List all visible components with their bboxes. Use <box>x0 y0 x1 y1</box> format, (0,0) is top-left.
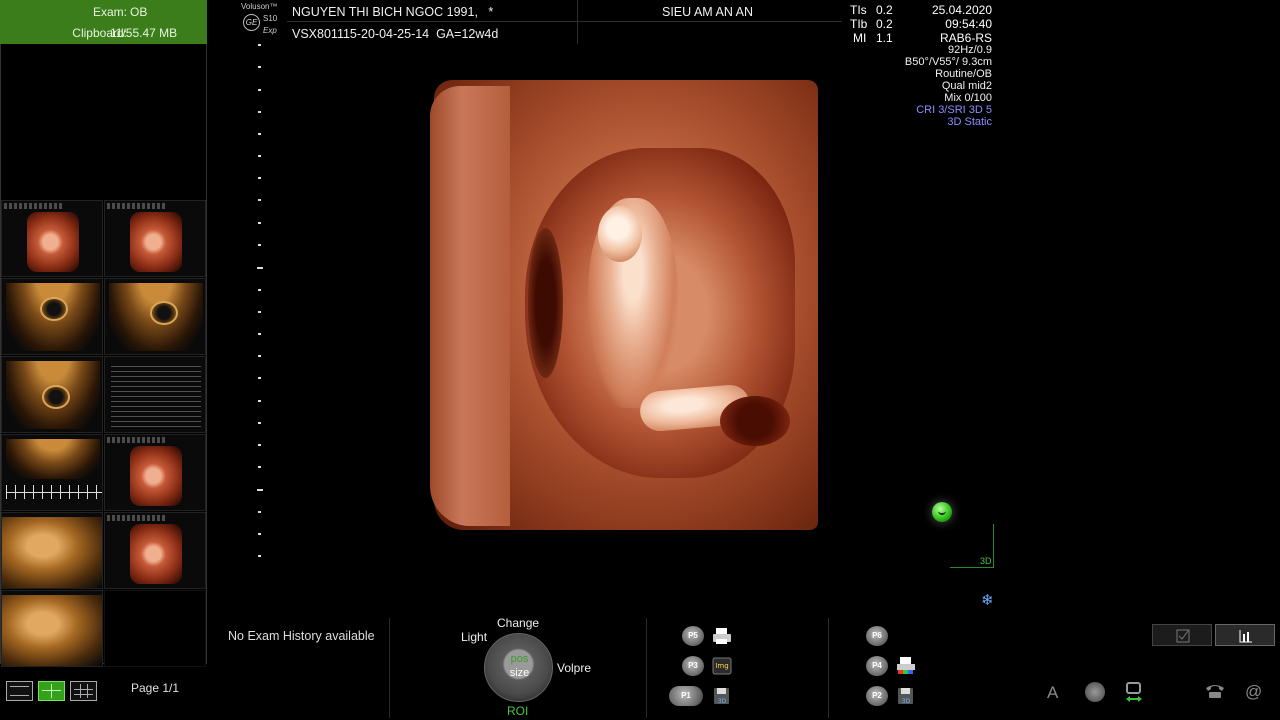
mi-label: MI <box>853 31 867 45</box>
save-3d-icon-2[interactable]: 3D <box>895 686 917 706</box>
tib-label: TIb <box>850 17 868 31</box>
p4-button[interactable]: P4 <box>866 656 888 676</box>
thumbnail-6[interactable] <box>104 356 206 433</box>
mi-value: 1.1 <box>876 31 893 45</box>
layout-single-icon[interactable] <box>6 681 33 701</box>
model-label: S10 <box>263 14 278 23</box>
checkbox-tool-button[interactable] <box>1152 624 1212 646</box>
knob-label-right: Volpre <box>557 661 592 675</box>
layout-switcher <box>6 681 97 701</box>
thumbnail-2[interactable] <box>104 200 206 277</box>
bottom-divider <box>828 618 829 718</box>
thumbnail-empty <box>104 590 206 667</box>
thumbnail-7[interactable] <box>1 434 103 511</box>
exam-date: 25.04.2020 <box>931 3 992 17</box>
knob-size-label: size <box>509 667 530 679</box>
thumbnail-9[interactable] <box>1 512 103 589</box>
svg-text:3D: 3D <box>902 698 911 705</box>
printer-icon[interactable] <box>711 626 733 646</box>
brand-label: Voluson™ <box>241 2 278 11</box>
thumbnail-11[interactable] <box>1 590 103 667</box>
bottom-divider <box>389 618 390 718</box>
image-export-icon[interactable]: Img <box>711 656 733 676</box>
depth-ruler <box>257 44 264 564</box>
knob-label-top: Change <box>497 616 540 630</box>
layout-quad-icon[interactable] <box>38 681 65 701</box>
at-icon[interactable]: @ <box>1245 682 1262 702</box>
param-line: Mix 0/100 <box>944 92 992 104</box>
param-line-blue: 3D Static <box>947 116 992 128</box>
model-suffix: Exp <box>263 26 277 35</box>
thumbnail-10[interactable] <box>104 512 206 589</box>
color-print-icon[interactable] <box>895 656 917 676</box>
sac-pocket <box>720 396 790 446</box>
tis-label: TIs <box>850 3 867 17</box>
phone-icon[interactable] <box>1204 682 1226 705</box>
probe-select-icon[interactable] <box>1124 682 1144 709</box>
param-line: 92Hz/0.9 <box>947 44 992 56</box>
study-title: SIEU AM AN AN <box>662 5 754 19</box>
safety-indices: TIs 0.2 TIb 0.2 MI 1.1 <box>850 3 895 45</box>
thumbnail-3[interactable] <box>1 278 103 355</box>
knob-label-left: Light <box>461 630 488 644</box>
svg-text:Img: Img <box>715 662 728 670</box>
fetus-head <box>598 206 642 262</box>
ultrasound-3d-render[interactable] <box>430 78 820 533</box>
3d-axis-label: 3D <box>980 556 992 566</box>
roi-label: ROI <box>507 704 529 718</box>
sac-shadow <box>528 228 563 378</box>
checkbox-icon <box>1176 629 1190 643</box>
knob-pos-label: pos <box>510 653 529 665</box>
exam-history-status: No Exam History available <box>228 629 375 643</box>
tib-value: 0.2 <box>876 17 893 31</box>
page-indicator: Page 1/1 <box>131 681 180 695</box>
trackball-knob[interactable]: pos size <box>484 633 553 702</box>
p1-button[interactable]: P1 <box>669 686 703 706</box>
param-line: Routine/OB <box>935 68 992 80</box>
layout-grid-icon[interactable] <box>70 681 97 701</box>
bodymark-icon[interactable] <box>1085 682 1105 702</box>
bottom-divider <box>646 618 647 718</box>
thumbnail-8[interactable] <box>104 434 206 511</box>
param-line-blue: CRI 3/SRI 3D 5 <box>916 104 992 116</box>
p3-button[interactable]: P3 <box>682 656 704 676</box>
header-divider-v <box>577 0 578 44</box>
datetime-block: 25.04.2020 09:54:40 RAB6-RS <box>900 3 992 45</box>
volume-edge <box>430 86 510 526</box>
imaging-parameters: 92Hz/0.9 B50°/V55°/ 9.3cm Routine/OB Qua… <box>860 44 992 128</box>
exam-value: OB <box>130 5 148 19</box>
exam-time: 09:54:40 <box>945 17 992 31</box>
exam-id: VSX801115-20-04-25-14 GA=12w4d <box>292 27 499 41</box>
probe-name: RAB6-RS <box>939 31 992 45</box>
bar-chart-icon <box>1239 630 1252 643</box>
annotation-A-icon[interactable]: A <box>1047 683 1058 703</box>
clipboard-thumbnails <box>1 200 206 667</box>
thumbnail-5[interactable] <box>1 356 103 433</box>
thumbnail-4[interactable] <box>104 278 206 355</box>
p6-button[interactable]: P6 <box>866 626 888 646</box>
svg-text:3D: 3D <box>718 698 727 705</box>
exam-label: Exam: <box>92 5 127 19</box>
ge-icon: GE <box>243 14 260 31</box>
chart-tool-button[interactable] <box>1215 624 1275 646</box>
p5-button[interactable]: P5 <box>682 626 704 646</box>
thumbnail-1[interactable] <box>1 200 103 277</box>
patient-name: NGUYEN THI BICH NGOC 1991, * <box>292 5 494 19</box>
param-line: B50°/V55°/ 9.3cm <box>904 56 992 68</box>
header-divider <box>287 21 842 22</box>
tis-value: 0.2 <box>876 3 893 17</box>
clipboard-value: 11/55.47 MB <box>110 26 178 40</box>
save-3d-icon[interactable]: 3D <box>711 686 733 706</box>
freeze-icon[interactable]: ❄ <box>981 591 994 609</box>
ge-voluson-logo: Voluson™ GE S10 Exp <box>241 2 281 40</box>
p2-button[interactable]: P2 <box>866 686 888 706</box>
exam-info-box: Exam: OB Clipboard: 11/55.47 MB <box>0 0 207 44</box>
param-line: Qual mid2 <box>941 80 992 92</box>
